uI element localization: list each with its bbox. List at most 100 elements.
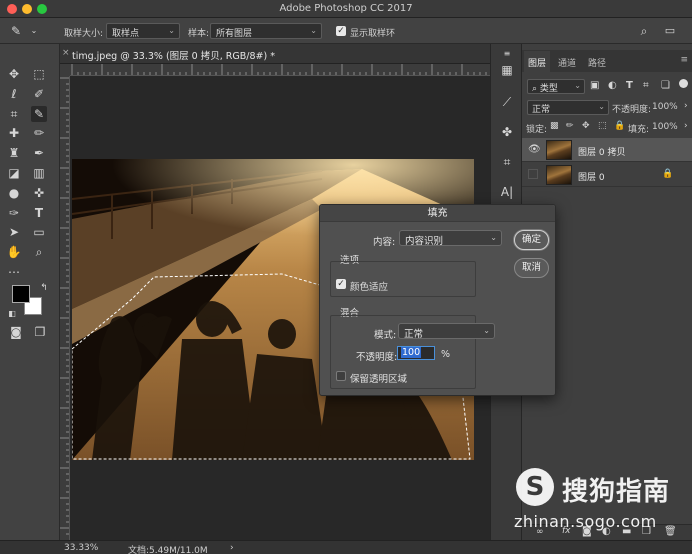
chevron-down-icon: ⌄ [574,81,581,90]
history-brush-tool-icon[interactable]: ✒ [31,145,47,161]
status-chevron-icon[interactable]: › [230,543,234,553]
quick-select-tool-icon[interactable]: ✐ [31,86,47,102]
lock-transparent-icon[interactable]: ▩ [550,121,559,131]
sample-size-label: 取样大小: [64,29,104,39]
libraries-panel-icon[interactable]: ✤ [499,124,515,140]
swap-colors-icon[interactable]: ↰ [36,280,52,296]
mode-select[interactable]: 正常 ⌄ [398,323,495,340]
search-icon[interactable]: ⌕ [636,23,652,39]
opacity-chevron-icon[interactable]: › [684,101,688,111]
layer-row[interactable]: 图层 0 🔒 [522,163,692,187]
blur-tool-icon[interactable]: ● [6,185,22,201]
tab-channels[interactable]: 通道 [554,54,580,71]
quick-mask-icon[interactable]: ◙ [8,324,24,340]
layer-name[interactable]: 图层 0 [578,170,605,183]
healing-brush-tool-icon[interactable]: ✚ [6,125,22,141]
dodge-tool-icon[interactable]: ✜ [31,185,47,201]
chevron-down-icon: ⌄ [310,26,317,35]
search-icon: ⌕ [532,84,538,94]
vertical-ruler[interactable] [60,76,70,540]
eyedropper-tool-preset-icon[interactable]: ✎ [8,23,24,39]
fill-value[interactable]: 100% [652,122,678,132]
marquee-tool-icon[interactable]: ⬚ [31,66,47,82]
show-ring-label: 显示取样环 [350,29,396,39]
cancel-button[interactable]: 取消 [514,258,549,278]
path-select-tool-icon[interactable]: ➤ [6,224,22,240]
lock-artboard-icon[interactable]: ⬚ [598,121,607,131]
filter-toggle-icon[interactable] [679,79,688,88]
eyedropper-tool-icon[interactable]: ✎ [31,106,47,122]
lock-all-icon[interactable]: 🔒 [614,121,625,131]
adjustments-panel-icon[interactable]: ⟋ [499,94,515,110]
document-tab[interactable]: × timg.jpeg @ 33.3% (图层 0 拷贝, RGB/8#) * [60,44,490,64]
more-tools-icon[interactable]: ⋯ [6,264,22,280]
document-info[interactable]: 文档:5.49M/11.0M [128,543,208,554]
opacity-input-value: 100 [401,347,422,358]
sample-size-select[interactable]: 取样点 ⌄ [106,23,180,39]
type-tool-icon[interactable]: T [31,205,47,221]
color-adapt-checkbox[interactable]: ✓ [336,279,346,289]
move-tool-icon[interactable]: ✥ [6,66,22,82]
chevron-down-icon[interactable]: ⌄ [26,23,42,39]
layer-filter-select[interactable]: ⌕ 类型 ⌄ [527,79,585,94]
panel-menu-icon[interactable]: ≡ [499,46,515,62]
foreground-color-swatch[interactable] [12,285,30,303]
color-adapt-label: 颜色适应 [350,282,389,293]
horizontal-ruler[interactable] [70,64,490,76]
properties-panel-icon[interactable]: ⌗ [499,154,515,170]
panel-options-icon[interactable]: ≡ [680,55,688,65]
sample-select[interactable]: 所有图层 ⌄ [210,23,322,39]
brush-tool-icon[interactable]: ✏ [31,125,47,141]
lock-icon: 🔒 [662,169,674,179]
options-bar: ✎ ⌄ 取样大小: 取样点 ⌄ 样本: 所有图层 ⌄ ✓ 显示取样环 ⌕ ▭ [0,18,692,44]
lock-label: 锁定: [526,125,548,135]
ok-button[interactable]: 确定 [514,230,549,250]
pen-tool-icon[interactable]: ✑ [6,205,22,221]
lasso-tool-icon[interactable]: ℓ [6,86,22,102]
lock-position-icon[interactable]: ✥ [582,121,590,131]
opacity-input[interactable]: 100 [397,346,435,360]
fill-chevron-icon[interactable]: › [684,121,688,131]
clone-stamp-tool-icon[interactable]: ♜ [6,145,22,161]
content-select[interactable]: 内容识别 ⌄ [399,230,502,247]
hand-tool-icon[interactable]: ✋ [6,244,22,260]
filter-type-icon[interactable]: T [626,80,633,91]
filter-adjust-icon[interactable]: ◐ [608,80,617,91]
tab-layers[interactable]: 图层 [524,51,551,72]
chevron-down-icon: ⌄ [483,326,490,335]
sample-value: 所有图层 [216,29,253,39]
mode-label: 模式: [374,330,397,341]
title-bar: Adobe Photoshop CC 2017 [0,0,692,18]
filter-smart-icon[interactable]: ❏ [661,80,670,91]
character-panel-icon[interactable]: A| [499,184,515,200]
close-tab-icon[interactable]: × [62,48,70,58]
tab-paths[interactable]: 路径 [584,54,610,71]
workspace-icon[interactable]: ▭ [662,23,678,39]
color-panel-icon[interactable]: ▦ [499,62,515,78]
visibility-eye-icon[interactable]: 👁 [528,144,541,155]
eraser-tool-icon[interactable]: ◪ [6,165,22,181]
lock-image-icon[interactable]: ✏ [566,121,574,131]
default-colors-icon[interactable]: ◧ [4,306,20,322]
zoom-level[interactable]: 33.33% [64,543,98,553]
fill-label: 填充: [628,125,650,135]
sogou-logo-icon: S [516,468,554,506]
layer-row[interactable]: 👁 图层 0 拷贝 [522,138,692,162]
blend-mode-select[interactable]: 正常 ⌄ [527,100,609,115]
chevron-down-icon: ⌄ [490,233,497,242]
zoom-tool-icon[interactable]: ⌕ [31,244,47,260]
shape-tool-icon[interactable]: ▭ [31,224,47,240]
filter-pixel-icon[interactable]: ▣ [590,80,599,91]
show-ring-checkbox[interactable]: ✓ [336,26,346,36]
layer-opacity-value[interactable]: 100% [652,102,678,112]
layer-name[interactable]: 图层 0 拷贝 [578,145,625,158]
crop-tool-icon[interactable]: ⌗ [6,106,22,122]
screen-mode-icon[interactable]: ❐ [32,324,48,340]
visibility-toggle[interactable] [528,169,538,179]
gradient-tool-icon[interactable]: ▥ [31,165,47,181]
watermark-title: 搜狗指南 [562,477,671,507]
content-value: 内容识别 [405,236,444,247]
dialog-title: 填充 [320,205,555,222]
filter-shape-icon[interactable]: ⌗ [643,80,649,91]
preserve-transparency-checkbox[interactable] [336,371,346,381]
